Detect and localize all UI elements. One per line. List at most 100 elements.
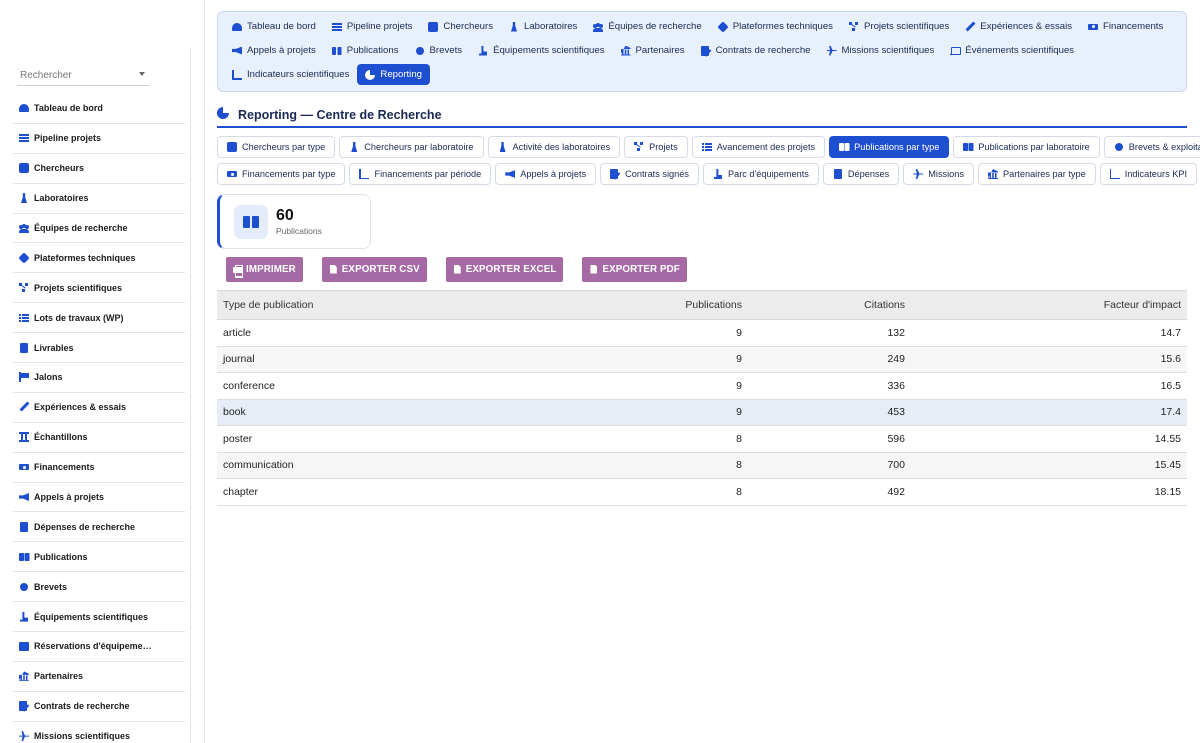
sidebar-item-equipes-de-recherche[interactable]: Équipes de recherche [13,214,185,244]
sidebar-item-plateformes-techniques[interactable]: Plateformes techniques [13,243,185,274]
sidebar-item-echantillons[interactable]: Échantillons [13,423,185,453]
report-button-indicateurs-kpi[interactable]: Indicateurs KPI [1099,163,1198,185]
sidebar-item-missions-scientifiques[interactable]: Missions scientifiques [13,722,185,743]
report-button-brevets-exploitation[interactable]: Brevets & exploitation [1103,136,1200,158]
table-row[interactable]: conference 9 336 16.5 [217,372,1187,400]
report-button-label: Financements par type [242,169,336,179]
sidebar-search-select[interactable]: Rechercher [17,66,149,86]
top-nav-row: Tableau de bord Pipeline projets Chercheur… [224,16,1171,37]
report-button-chercheurs-par-laboratoire[interactable]: Chercheurs par laboratoire [339,136,484,158]
nav-tab-pipeline-projets[interactable]: Pipeline projets [324,16,421,37]
nav-tab-equipements-scientifiques[interactable]: Équipements scientifiques [470,40,612,61]
table-row[interactable]: chapter 8 492 18.15 [217,478,1187,506]
nav-tab-laboratoires[interactable]: Laboratoires [501,16,585,37]
nav-tab-reporting[interactable]: Reporting [357,64,430,85]
nav-tab-experiences-essais[interactable]: Expériences & essais [957,16,1080,37]
table-row[interactable]: journal 9 249 15.6 [217,346,1187,373]
sidebar-item-label: Pipeline projets [34,133,102,144]
report-button-parc-d-equipements[interactable]: Parc d'équipements [702,163,819,185]
sidebar-item-brevets[interactable]: Brevets [13,572,185,603]
report-button-label: Activité des laboratoires [512,142,611,152]
report-button-financements-par-periode[interactable]: Financements par période [349,163,492,185]
sidebar-item-appels-a-projets[interactable]: Appels à projets [13,483,185,513]
sidebar-item-depenses-de-recherche[interactable]: Dépenses de recherche [13,512,185,543]
print-icon [233,264,243,278]
project-diagram-icon [19,282,29,293]
sidebar-item-projets-scientifiques[interactable]: Projets scientifiques [13,273,185,304]
sidebar-menu: Tableau de bord Pipeline projets Chercheur… [13,94,185,743]
cell-type: book [217,399,547,426]
sidebar-edge [204,0,205,743]
report-button-partenaires-par-type[interactable]: Partenaires par type [978,163,1096,185]
cell-citations: 249 [748,346,911,373]
table-row[interactable]: article 9 132 14.7 [217,319,1187,347]
column-header-type[interactable]: Type de publication [217,290,547,320]
sidebar-item-chercheurs[interactable]: Chercheurs [13,154,185,184]
sidebar-item-equipements-scientifiques[interactable]: Équipements scientifiques [13,602,185,633]
kpi-label: Publications [276,226,322,236]
report-button-publications-par-type[interactable]: Publications par type [829,136,950,158]
nav-tab-label: Brevets [429,45,463,56]
export-button-exporter-excel[interactable]: EXPORTER EXCEL [445,257,564,282]
nav-tab-appels-a-projets[interactable]: Appels à projets [224,40,324,61]
nav-tab-indicateurs-scientifiques[interactable]: Indicateurs scientifiques [224,64,357,85]
bank-icon [988,169,998,179]
sidebar-item-contrats-de-recherche[interactable]: Contrats de recherche [13,692,185,722]
report-button-financements-par-type[interactable]: Financements par type [217,163,346,185]
nav-tab-partenaires[interactable]: Partenaires [613,40,693,61]
kpi-icon-box [234,205,268,239]
sidebar-item-publications[interactable]: Publications [13,542,185,573]
cell-publications: 9 [547,399,748,426]
column-header-impact-factor[interactable]: Facteur d'impact [911,290,1187,320]
table-row[interactable]: communication 8 700 15.45 [217,452,1187,479]
cell-type: poster [217,425,547,453]
sidebar-item-financements[interactable]: Financements [13,453,185,483]
report-button-missions[interactable]: Missions [903,163,974,185]
nav-tab-tableau-de-bord[interactable]: Tableau de bord [224,16,324,37]
report-button-projets[interactable]: Projets [624,136,688,158]
nav-tab-plateformes-techniques[interactable]: Plateformes techniques [710,16,841,37]
nav-tab-financements[interactable]: Financements [1080,16,1171,37]
cell-type: journal [217,346,547,373]
nav-tab-chercheurs[interactable]: Chercheurs [420,16,501,37]
cell-type: communication [217,452,547,479]
nav-tab-label: Publications [346,45,399,56]
report-button-label: Chercheurs par type [242,142,326,152]
report-button-publications-par-laboratoire[interactable]: Publications par laboratoire [953,136,1100,158]
table-row[interactable]: poster 8 596 14.55 [217,425,1187,453]
sidebar-item-livrables[interactable]: Livrables [13,333,185,364]
sidebar-item-experiences-essais[interactable]: Expériences & essais [13,393,185,423]
cell-publications: 8 [547,478,748,506]
report-button-chercheurs-par-type[interactable]: Chercheurs par type [217,136,336,158]
column-header-citations[interactable]: Citations [748,290,911,320]
sidebar-item-partenaires[interactable]: Partenaires [13,662,185,692]
nav-tab-brevets[interactable]: Brevets [407,40,471,61]
sidebar-item-jalons[interactable]: Jalons [13,363,185,393]
top-navigation: Tableau de bord Pipeline projets Chercheur… [217,11,1187,92]
sidebar-item-tableau-de-bord[interactable]: Tableau de bord [13,94,185,124]
nav-tab-projets-scientifiques[interactable]: Projets scientifiques [841,16,957,37]
sidebar-item-lots-de-travaux-wp[interactable]: Lots de travaux (WP) [13,303,185,334]
report-button-activite-des-laboratoires[interactable]: Activité des laboratoires [487,136,621,158]
people-icon [19,223,29,233]
report-button-contrats-signes[interactable]: Contrats signés [600,163,699,185]
export-button-imprimer[interactable]: IMPRIMER [226,257,303,282]
nav-tab-missions-scientifiques[interactable]: Missions scientifiques [819,40,943,61]
report-button-depenses[interactable]: Dépenses [822,163,900,185]
nav-tab-contrats-de-recherche[interactable]: Contrats de recherche [693,40,819,61]
column-header-publications[interactable]: Publications [547,290,748,320]
export-button-exporter-csv[interactable]: EXPORTER CSV [321,257,427,282]
nav-tab-equipes-de-recherche[interactable]: Équipes de recherche [585,16,709,37]
plane-icon [827,46,837,56]
report-button-avancement-des-projets[interactable]: Avancement des projets [691,136,826,158]
sidebar-item-reservations-d-equipeme[interactable]: Réservations d'équipeme… [13,632,185,662]
export-button-exporter-pdf[interactable]: EXPORTER PDF [582,257,687,282]
report-button-label: Parc d'équipements [727,169,809,179]
chart-pie-icon [365,69,376,80]
report-button-appels-a-projets[interactable]: Appels à projets [495,163,597,185]
sidebar-item-laboratoires[interactable]: Laboratoires [13,184,185,214]
nav-tab-evenements-scientifiques[interactable]: Événements scientifiques [942,40,1082,61]
sidebar-item-pipeline-projets[interactable]: Pipeline projets [13,124,185,154]
table-row[interactable]: book 9 453 17.4 [217,399,1187,426]
nav-tab-publications[interactable]: Publications [324,40,407,61]
